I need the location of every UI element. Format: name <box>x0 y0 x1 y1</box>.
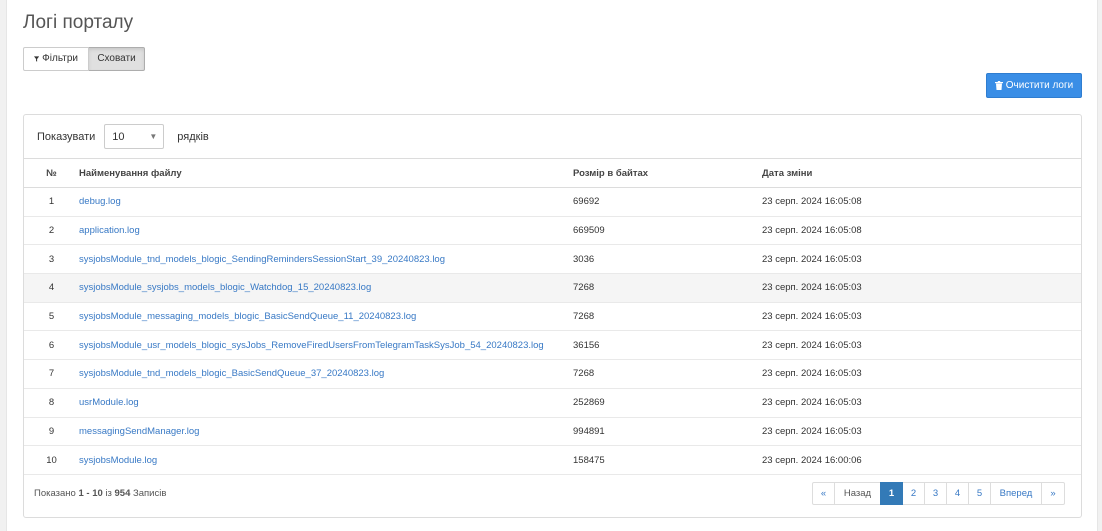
row-num: 9 <box>24 417 79 447</box>
file-link[interactable]: sysjobsModule_tnd_models_blogic_SendingR… <box>79 244 573 275</box>
file-link[interactable]: application.log <box>79 216 573 246</box>
first-page-button[interactable]: « <box>812 482 835 505</box>
row-size: 69692 <box>573 187 762 217</box>
row-size: 7268 <box>573 273 762 303</box>
length-suffix: рядків <box>177 130 209 143</box>
file-link[interactable]: sysjobsModule_sysjobs_models_blogic_Watc… <box>79 273 573 303</box>
info-total: 954 <box>114 488 131 499</box>
row-num: 7 <box>24 359 79 389</box>
info-prefix: Показано <box>34 488 76 499</box>
table-row: 2 application.log 669509 23 серп. 2024 1… <box>24 216 1081 246</box>
row-date: 23 серп. 2024 16:05:08 <box>762 187 1081 217</box>
trash-icon <box>994 81 1003 90</box>
table-row: 3 sysjobsModule_tnd_models_blogic_Sendin… <box>24 244 1081 275</box>
last-page-button[interactable]: » <box>1041 482 1065 505</box>
prev-page-button[interactable]: Назад <box>834 482 881 505</box>
header-date[interactable]: Дата зміни <box>762 158 1081 188</box>
page-length-value: 10 <box>112 130 125 143</box>
row-date: 23 серп. 2024 16:05:03 <box>762 302 1081 332</box>
info-of: із <box>105 488 112 499</box>
row-num: 10 <box>24 445 79 475</box>
table-info: Показано 1 - 10 із 954 Записів <box>34 488 166 499</box>
header-name[interactable]: Найменування файлу <box>79 158 573 188</box>
row-date: 23 серп. 2024 16:05:03 <box>762 417 1081 447</box>
row-date: 23 серп. 2024 16:05:03 <box>762 388 1081 418</box>
row-num: 5 <box>24 302 79 332</box>
logs-panel: Показувати 10 ▼ рядків № Найменування фа… <box>23 114 1082 518</box>
row-num: 8 <box>24 388 79 418</box>
file-link[interactable]: debug.log <box>79 187 573 217</box>
table-row: 10 sysjobsModule.log 158475 23 серп. 202… <box>24 445 1081 475</box>
row-size: 158475 <box>573 445 762 475</box>
header-size[interactable]: Розмір в байтах <box>573 158 762 188</box>
file-link[interactable]: sysjobsModule_usr_models_blogic_sysJobs_… <box>79 330 573 361</box>
row-date: 23 серп. 2024 16:05:08 <box>762 216 1081 246</box>
next-page-button[interactable]: Вперед <box>990 482 1042 505</box>
page-title: Логі порталу <box>23 12 134 33</box>
row-num: 6 <box>24 330 79 361</box>
row-size: 252869 <box>573 388 762 418</box>
row-num: 3 <box>24 244 79 275</box>
info-suffix: Записів <box>133 488 167 499</box>
clear-logs-label: Очистити логи <box>1005 80 1074 91</box>
file-link[interactable]: sysjobsModule_messaging_models_blogic_Ba… <box>79 302 573 332</box>
info-range: 1 - 10 <box>78 488 103 499</box>
row-date: 23 серп. 2024 16:05:03 <box>762 273 1081 303</box>
file-link[interactable]: sysjobsModule.log <box>79 445 573 475</box>
row-num: 1 <box>24 187 79 217</box>
table-row: 1 debug.log 69692 23 серп. 2024 16:05:08 <box>24 187 1081 217</box>
file-link[interactable]: messagingSendManager.log <box>79 417 573 447</box>
page-1-button[interactable]: 1 <box>880 482 903 505</box>
file-link[interactable]: usrModule.log <box>79 388 573 418</box>
row-size: 7268 <box>573 302 762 332</box>
pagination: « Назад 1 2 3 4 5 Вперед » <box>812 482 1065 505</box>
row-size: 669509 <box>573 216 762 246</box>
hide-button-label: Сховати <box>97 53 136 64</box>
filters-button[interactable]: Фільтри <box>23 47 89 71</box>
row-date: 23 серп. 2024 16:05:03 <box>762 330 1081 361</box>
row-size: 7268 <box>573 359 762 389</box>
filter-toggle-group: Фільтри Сховати <box>23 47 145 71</box>
row-date: 23 серп. 2024 16:05:03 <box>762 359 1081 389</box>
caret-down-icon: ▼ <box>149 132 158 141</box>
table-row: 7 sysjobsModule_tnd_models_blogic_BasicS… <box>24 359 1081 389</box>
table-row: 4 sysjobsModule_sysjobs_models_blogic_Wa… <box>24 273 1081 303</box>
hide-button[interactable]: Сховати <box>89 47 145 71</box>
row-size: 36156 <box>573 330 762 361</box>
file-link[interactable]: sysjobsModule_tnd_models_blogic_BasicSen… <box>79 359 573 389</box>
row-size: 3036 <box>573 244 762 275</box>
filter-icon <box>34 56 40 62</box>
page: Логі порталу Фільтри Сховати Очистити ло… <box>6 0 1098 531</box>
row-size: 994891 <box>573 417 762 447</box>
page-5-button[interactable]: 5 <box>968 482 991 505</box>
table-row: 9 messagingSendManager.log 994891 23 сер… <box>24 417 1081 447</box>
clear-logs-button[interactable]: Очистити логи <box>986 73 1082 98</box>
page-2-button[interactable]: 2 <box>902 482 925 505</box>
page-4-button[interactable]: 4 <box>946 482 969 505</box>
table-row: 8 usrModule.log 252869 23 серп. 2024 16:… <box>24 388 1081 418</box>
table-row: 5 sysjobsModule_messaging_models_blogic_… <box>24 302 1081 332</box>
row-date: 23 серп. 2024 16:05:03 <box>762 244 1081 275</box>
row-num: 4 <box>24 273 79 303</box>
page-length-control: Показувати 10 ▼ рядків <box>37 124 209 149</box>
page-3-button[interactable]: 3 <box>924 482 947 505</box>
length-prefix: Показувати <box>37 130 96 143</box>
page-length-select[interactable]: 10 ▼ <box>104 124 165 149</box>
table-header-row: № Найменування файлу Розмір в байтах Дат… <box>24 158 1081 188</box>
header-num[interactable]: № <box>24 158 79 188</box>
logs-table: № Найменування файлу Розмір в байтах Дат… <box>24 158 1081 475</box>
row-date: 23 серп. 2024 16:00:06 <box>762 445 1081 475</box>
row-num: 2 <box>24 216 79 246</box>
table-row: 6 sysjobsModule_usr_models_blogic_sysJob… <box>24 330 1081 361</box>
filters-button-label: Фільтри <box>42 53 78 64</box>
